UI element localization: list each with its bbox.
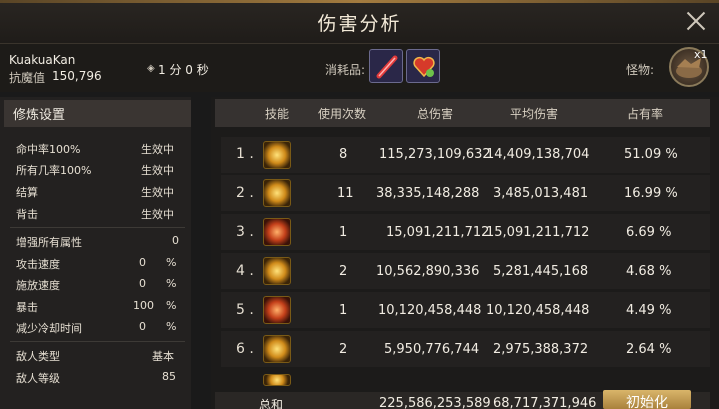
settings-title: 修炼设置	[13, 108, 66, 123]
skill-icon-1	[263, 141, 291, 169]
row-avg: 15,091,211,712	[486, 225, 590, 240]
setting-status: 生效中	[141, 186, 174, 199]
row-share: 4.49 %	[626, 303, 672, 318]
skill-icon-5	[263, 296, 291, 324]
stat-value: 0	[139, 256, 146, 269]
setting-label: 命中率100%	[16, 143, 81, 156]
stat-value: 0	[172, 234, 179, 247]
resist-label: 抗魔值	[9, 71, 46, 85]
row-share: 2.64 %	[626, 342, 672, 357]
row-rank: 5 .	[236, 302, 254, 318]
enemy-label: 敌人等级	[16, 372, 60, 385]
stat-label: 攻击速度	[16, 258, 60, 271]
setting-status: 生效中	[141, 208, 174, 221]
row-total: 38,335,148,288	[376, 186, 480, 201]
setting-status: 生效中	[141, 143, 174, 156]
window-title: 伤害分析	[317, 13, 402, 35]
skill-icon-3	[263, 218, 291, 246]
enemy-label: 敌人类型	[16, 350, 60, 363]
stat-unit: %	[166, 320, 177, 333]
reset-button[interactable]: 初始化	[603, 390, 691, 409]
row-uses: 11	[337, 186, 354, 201]
total-label: 总和	[259, 398, 284, 409]
setting-label: 背击	[16, 208, 38, 221]
header-avg: 平均伤害	[510, 107, 559, 121]
row-total: 10,120,458,448	[378, 303, 482, 318]
row-share: 4.68 %	[626, 264, 672, 279]
consumables-label: 消耗品:	[325, 63, 366, 77]
monster-label: 怪物:	[626, 63, 655, 77]
row-rank: 3 .	[236, 224, 254, 240]
enemy-value: 85	[162, 370, 176, 383]
skill-icon-2	[263, 179, 291, 207]
stat-unit: %	[166, 299, 177, 312]
close-icon[interactable]	[683, 8, 709, 34]
stat-label: 施放速度	[16, 279, 60, 292]
row-rank: 2 .	[236, 185, 254, 201]
total-average: 68,717,371,946	[493, 396, 597, 409]
row-rank: 6 .	[236, 341, 254, 357]
row-avg: 2,975,388,372	[493, 342, 589, 357]
title-accent-line	[0, 0, 719, 3]
header-total: 总伤害	[417, 107, 454, 121]
heart-chest-icon[interactable]	[406, 49, 440, 83]
row-uses: 1	[339, 303, 348, 318]
header-uses: 使用次数	[318, 107, 367, 121]
row-total: 115,273,109,632	[379, 147, 491, 162]
setting-label: 结算	[16, 186, 38, 199]
row-uses: 1	[339, 225, 348, 240]
header-share: 占有率	[627, 107, 664, 121]
row-rank: 4 .	[236, 263, 254, 279]
row-uses: 2	[339, 342, 348, 357]
resist-value: 150,796	[52, 69, 102, 83]
skill-icon-6	[263, 335, 291, 363]
divider	[10, 341, 185, 342]
row-uses: 2	[339, 264, 348, 279]
row-share: 6.69 %	[626, 225, 672, 240]
row-total: 5,950,776,744	[384, 342, 480, 357]
monster-count: x1	[694, 48, 708, 61]
battle-timer: 1 分 0 秒	[158, 63, 209, 77]
row-rank: 1 .	[236, 146, 254, 162]
row-avg: 10,120,458,448	[486, 303, 590, 318]
stat-label: 暴击	[16, 301, 38, 314]
stat-value: 0	[139, 277, 146, 290]
setting-status: 生效中	[141, 164, 174, 177]
setting-label: 所有几率100%	[16, 164, 92, 177]
stat-unit: %	[166, 256, 177, 269]
enemy-value: 基本	[152, 350, 174, 363]
skill-icon-7	[263, 374, 291, 386]
row-uses: 8	[339, 147, 348, 162]
stat-label: 减少冷却时间	[16, 322, 82, 335]
total-damage: 225,586,253,589	[379, 396, 491, 409]
divider	[10, 227, 185, 228]
diamond-icon: ◈	[147, 63, 155, 74]
stat-unit: %	[166, 277, 177, 290]
row-share: 16.99 %	[624, 186, 678, 201]
header-skill: 技能	[265, 107, 290, 121]
row-avg: 14,409,138,704	[486, 147, 590, 162]
potion-icon[interactable]	[369, 49, 403, 83]
row-total: 15,091,211,712	[386, 225, 490, 240]
row-avg: 5,281,445,168	[493, 264, 589, 279]
stat-value: 0	[139, 320, 146, 333]
stat-value: 100	[133, 299, 154, 312]
skill-icon-4	[263, 257, 291, 285]
row-avg: 3,485,013,481	[493, 186, 589, 201]
row-total: 10,562,890,336	[376, 264, 480, 279]
row-share: 51.09 %	[624, 147, 678, 162]
stat-label: 增强所有属性	[16, 236, 82, 249]
player-name: KuakuaKan	[9, 53, 76, 67]
